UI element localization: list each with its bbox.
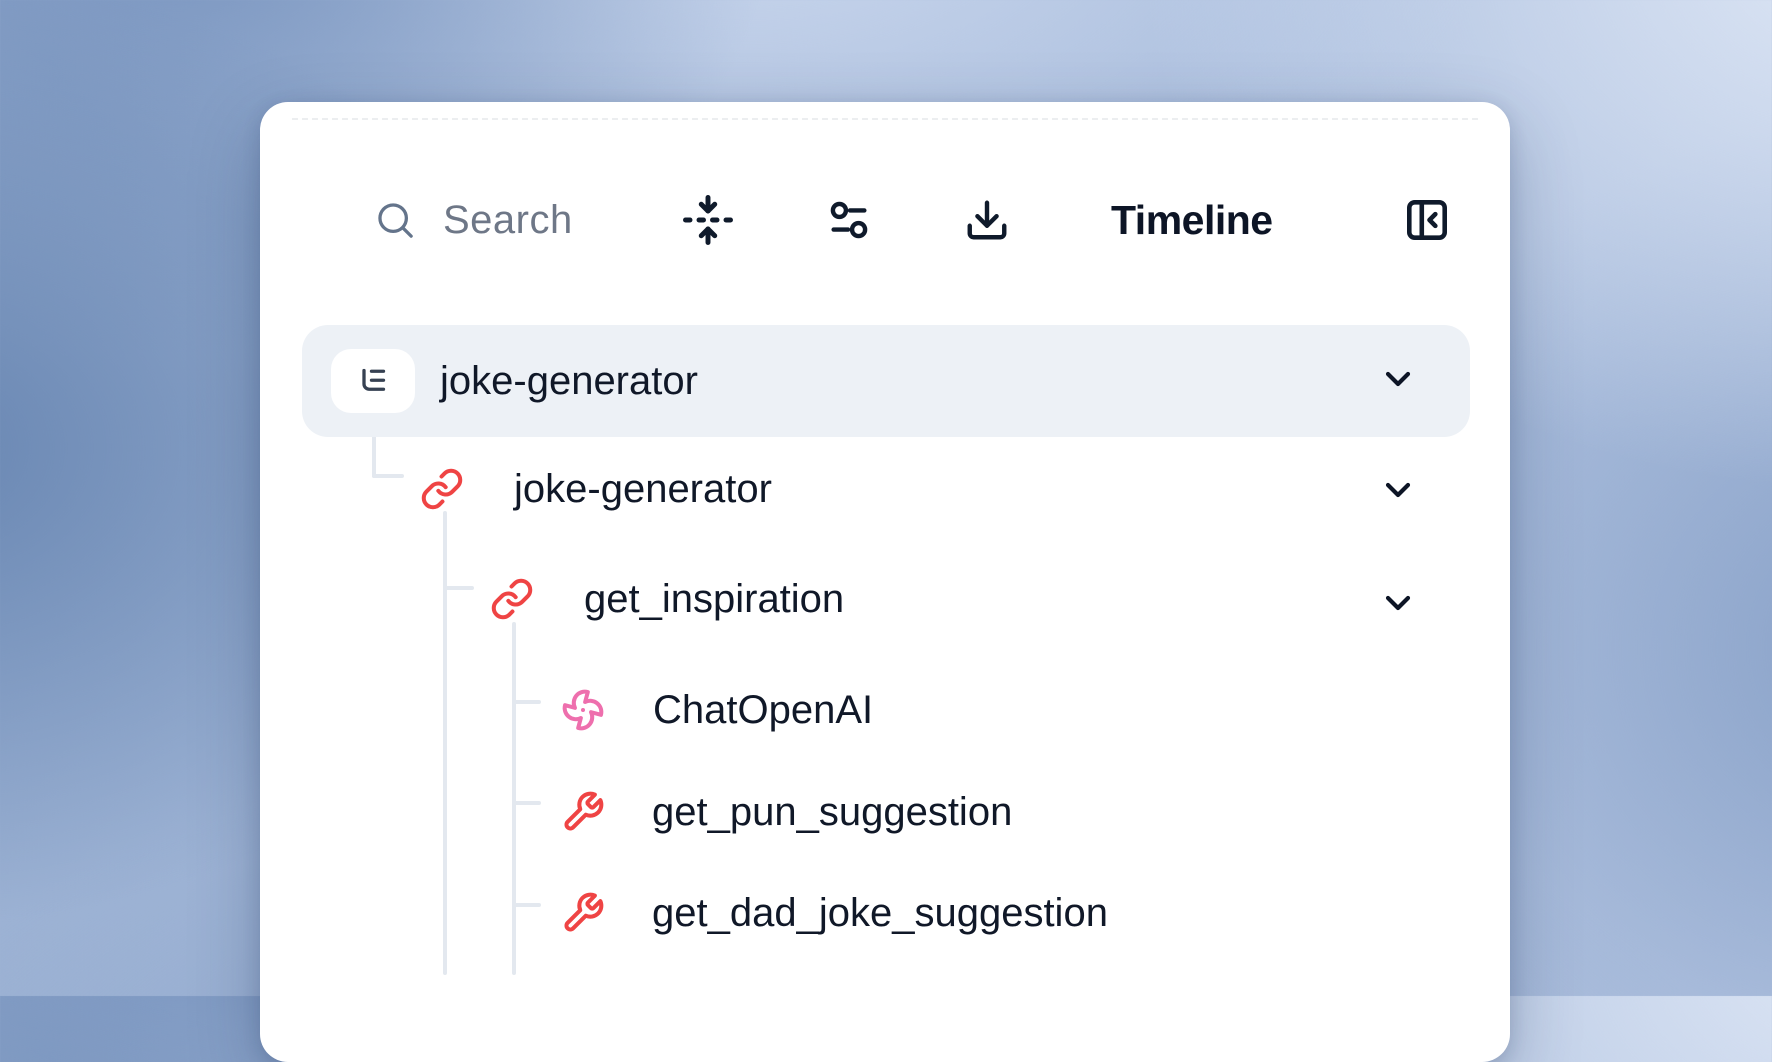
chevron-row-get-inspiration[interactable] [1378, 583, 1418, 623]
filter-options-button[interactable] [826, 194, 872, 246]
tree-row-get-inspiration[interactable]: get_inspiration [490, 571, 844, 627]
tree-row-label: joke-generator [514, 467, 772, 512]
tree-row-label: ChatOpenAI [653, 688, 873, 733]
chevron-down-icon [1378, 583, 1418, 623]
chevron-down-icon [1378, 470, 1418, 510]
search-label: Search [443, 198, 573, 243]
tree-row-joke-generator[interactable]: joke-generator [420, 461, 772, 517]
trace-tree-panel: Search [260, 102, 1510, 1062]
search-icon [373, 198, 417, 242]
chevron-row-root[interactable] [1378, 359, 1418, 399]
tree-guide-line [512, 622, 516, 975]
tree-guide-line [443, 586, 474, 590]
collapse-rows-button[interactable] [681, 194, 735, 246]
tree-guide-line [512, 700, 541, 704]
chevron-row-joke-generator[interactable] [1378, 470, 1418, 510]
tree-row-chatopenai[interactable]: ChatOpenAI [561, 682, 873, 738]
tree-guide-line [372, 474, 404, 478]
toolbar: Search [260, 194, 1510, 246]
tree-guide-line [512, 801, 541, 805]
tree-guide-line [512, 903, 541, 907]
chevron-down-icon [1378, 359, 1418, 399]
link-icon [490, 577, 534, 621]
download-icon [964, 197, 1010, 243]
fold-vertical-icon [681, 193, 735, 247]
list-tree-icon [355, 363, 391, 399]
tree-guide-line [443, 511, 447, 975]
tree-row-get-pun-suggestion[interactable]: get_pun_suggestion [561, 784, 1012, 840]
tree-row-label: joke-generator [440, 359, 698, 404]
tree-row-get-dad-joke-suggestion[interactable]: get_dad_joke_suggestion [561, 885, 1108, 941]
download-button[interactable] [964, 194, 1010, 246]
panel-top-divider [292, 118, 1478, 120]
tool-wrench-icon [561, 790, 605, 834]
timeline-label: Timeline [1111, 194, 1273, 246]
collapse-panel-button[interactable] [1401, 194, 1453, 246]
llm-fan-icon [561, 688, 605, 732]
tree-row-label: get_inspiration [584, 577, 844, 622]
tree-row-label: get_pun_suggestion [652, 790, 1012, 835]
tree-row-root-joke-generator[interactable]: joke-generator [302, 325, 1470, 437]
search-button[interactable]: Search [373, 194, 573, 246]
link-icon [420, 467, 464, 511]
sliders-icon [826, 197, 872, 243]
tool-wrench-icon [561, 891, 605, 935]
tree-row-label: get_dad_joke_suggestion [652, 891, 1108, 936]
panel-left-close-icon [1402, 195, 1452, 245]
trace-root-badge [331, 349, 415, 413]
